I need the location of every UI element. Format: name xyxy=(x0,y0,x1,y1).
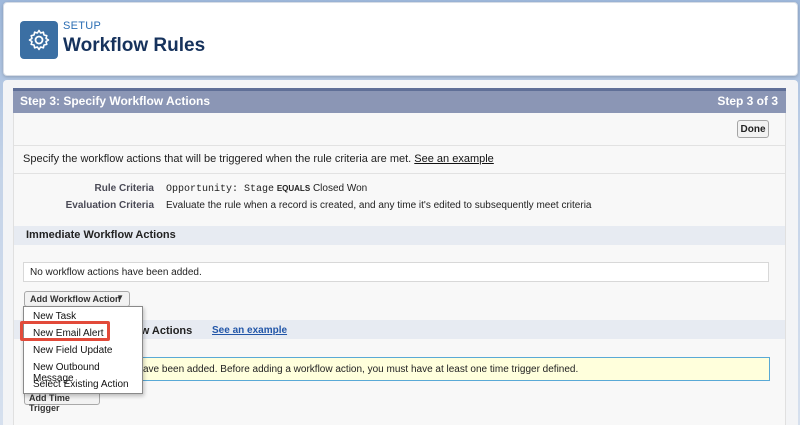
see-example-link[interactable]: See an example xyxy=(414,153,494,165)
immediate-actions-title: Immediate Workflow Actions xyxy=(26,229,176,241)
add-time-trigger-label: Add Time Trigger xyxy=(29,393,70,413)
gear-icon xyxy=(28,29,50,51)
setup-gear-icon-box xyxy=(20,21,58,59)
step-header-bar: Step 3: Specify Workflow Actions Step 3 … xyxy=(13,88,786,113)
add-workflow-action-label: Add Workflow Action xyxy=(30,294,121,304)
immediate-actions-header: Immediate Workflow Actions xyxy=(14,226,785,245)
time-trigger-warning-text: ave been added. Before adding a workflow… xyxy=(143,364,579,375)
step-count: Step 3 of 3 xyxy=(717,94,778,108)
rule-criteria-operator: EQUALS xyxy=(276,184,311,193)
menu-item-new-email-alert[interactable]: New Email Alert xyxy=(33,328,104,339)
menu-item-select-existing-action[interactable]: Select Existing Action xyxy=(33,379,129,390)
step-description: Specify the workflow actions that will b… xyxy=(23,153,494,165)
divider xyxy=(14,145,785,146)
done-button[interactable]: Done xyxy=(737,120,769,138)
evaluation-criteria-value: Evaluate the rule when a record is creat… xyxy=(166,200,592,211)
step-title: Step 3: Specify Workflow Actions xyxy=(20,94,211,108)
add-workflow-action-button[interactable]: Add Workflow Action ▼ xyxy=(24,291,130,307)
rule-criteria-label: Rule Criteria xyxy=(94,183,154,194)
time-trigger-warning: ave been added. Before adding a workflow… xyxy=(138,357,770,381)
setup-label: SETUP xyxy=(63,20,102,32)
rule-criteria-match: Closed Won xyxy=(312,183,368,194)
evaluation-criteria-label: Evaluation Criteria xyxy=(65,200,154,211)
rule-criteria-value: Opportunity: Stage EQUALS Closed Won xyxy=(166,183,367,195)
chevron-down-icon: ▼ xyxy=(116,293,124,302)
empty-actions-message: No workflow actions have been added. xyxy=(30,267,202,278)
rule-criteria-field: Opportunity: Stage xyxy=(166,184,275,195)
menu-item-new-field-update[interactable]: New Field Update xyxy=(33,345,112,356)
workflow-action-dropdown-menu: New Task New Email Alert New Field Updat… xyxy=(23,306,143,394)
immediate-actions-list: No workflow actions have been added. xyxy=(23,262,769,282)
description-text: Specify the workflow actions that will b… xyxy=(23,153,412,165)
divider xyxy=(14,173,785,174)
page-title: Workflow Rules xyxy=(63,35,206,56)
menu-item-new-task[interactable]: New Task xyxy=(33,311,76,322)
time-dependent-see-example-link[interactable]: See an example xyxy=(212,325,287,336)
